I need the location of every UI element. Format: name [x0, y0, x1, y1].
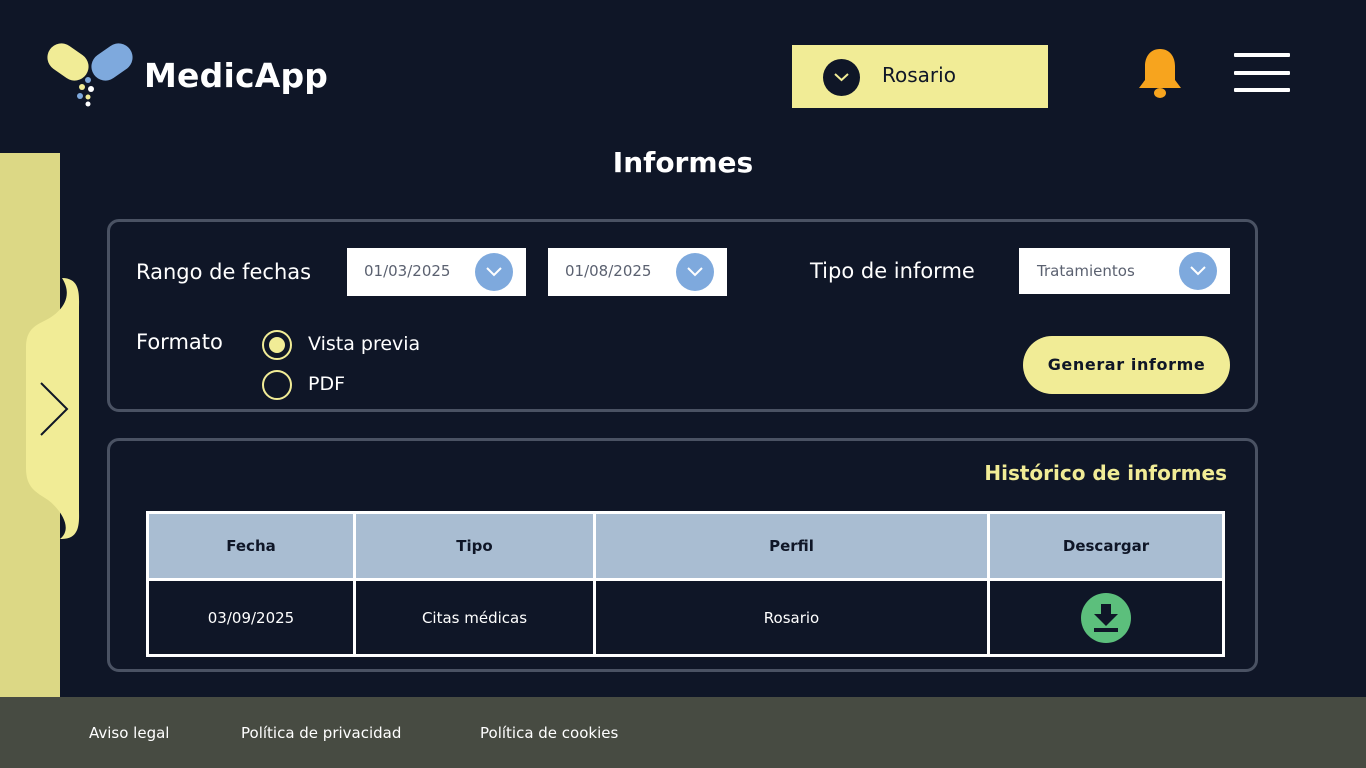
chevron-down-icon[interactable]	[1179, 252, 1217, 290]
report-type-label: Tipo de informe	[810, 259, 975, 283]
format-pdf-label: PDF	[308, 373, 346, 395]
report-filters-panel: Rango de fechas 01/03/2025 01/08/2025 Ti…	[107, 219, 1258, 412]
chevron-down-icon[interactable]	[475, 253, 513, 291]
cell-date: 03/09/2025	[146, 578, 356, 657]
app-name: MedicApp	[144, 56, 329, 95]
format-preview-label: Vista previa	[308, 333, 421, 355]
footer-link-cookie-policy[interactable]: Política de cookies	[480, 724, 618, 742]
report-history-panel: Histórico de informes Fecha Tipo Perfil …	[107, 438, 1258, 672]
download-icon[interactable]	[1081, 592, 1131, 643]
chevron-down-icon[interactable]	[676, 253, 714, 291]
table-header-row: Fecha Tipo Perfil Descargar	[146, 511, 1225, 581]
date-to-field[interactable]: 01/08/2025	[548, 248, 727, 296]
report-type-select[interactable]: Tratamientos	[1019, 248, 1230, 294]
footer-link-legal-notice[interactable]: Aviso legal	[89, 724, 169, 742]
column-header-type: Tipo	[353, 511, 596, 581]
page-title: Informes	[612, 146, 754, 179]
history-table: Fecha Tipo Perfil Descargar 03/09/2025 C…	[146, 511, 1225, 657]
pill-logo-icon	[47, 43, 133, 107]
footer-link-privacy-policy[interactable]: Política de privacidad	[241, 724, 401, 742]
date-to-value: 01/08/2025	[565, 262, 652, 280]
chevron-right-icon	[40, 382, 69, 436]
chevron-down-icon	[823, 59, 860, 96]
footer: Aviso legal Política de privacidad Polít…	[0, 697, 1366, 768]
date-from-field[interactable]: 01/03/2025	[347, 248, 526, 296]
format-label: Formato	[136, 330, 223, 354]
column-header-profile: Perfil	[593, 511, 990, 581]
column-header-download: Descargar	[987, 511, 1225, 581]
date-from-value: 01/03/2025	[364, 262, 451, 280]
format-preview-radio[interactable]	[262, 330, 292, 360]
cell-type: Citas médicas	[353, 578, 596, 657]
hamburger-menu-icon[interactable]	[1234, 53, 1290, 93]
format-pdf-radio[interactable]	[262, 370, 292, 400]
table-row: 03/09/2025 Citas médicas Rosario	[146, 578, 1225, 657]
report-type-value: Tratamientos	[1037, 262, 1135, 280]
side-panel-toggle[interactable]	[26, 278, 81, 539]
profile-selector[interactable]: Rosario	[792, 45, 1048, 108]
history-title: Histórico de informes	[984, 461, 1227, 485]
cell-download	[987, 578, 1225, 657]
app-logo[interactable]: MedicApp	[44, 40, 344, 110]
selected-profile-name: Rosario	[882, 63, 956, 87]
generate-report-button[interactable]: Generar informe	[1023, 336, 1230, 394]
column-header-date: Fecha	[146, 511, 356, 581]
date-range-label: Rango de fechas	[136, 260, 312, 284]
bell-icon[interactable]	[1137, 46, 1183, 100]
cell-profile: Rosario	[593, 578, 990, 657]
